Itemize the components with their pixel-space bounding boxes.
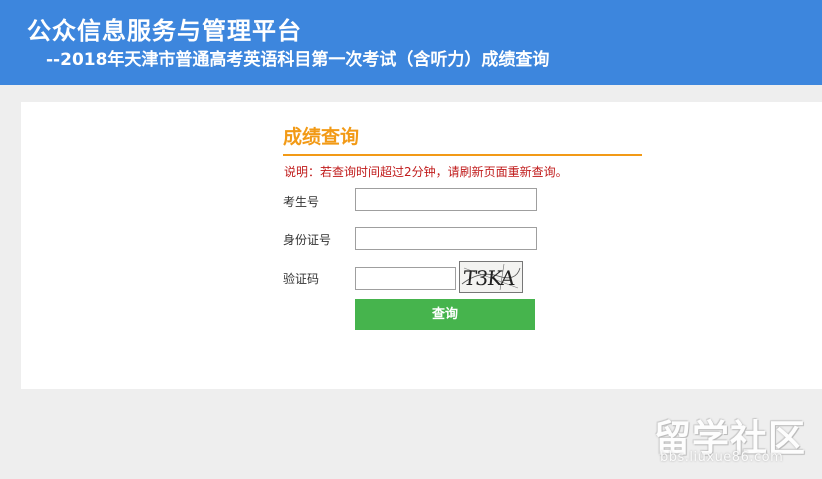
exam-number-label: 考生号 xyxy=(283,195,320,209)
form-title: 成绩查询 xyxy=(283,126,360,148)
captcha-label: 验证码 xyxy=(283,272,320,286)
captcha-image[interactable]: T3KA xyxy=(459,261,523,293)
platform-title: 公众信息服务与管理平台 xyxy=(27,17,302,45)
query-button[interactable]: 查询 xyxy=(355,299,535,330)
exam-subtitle: --2018年天津市普通高考英语科目第一次考试（含听力）成绩查询 xyxy=(46,50,550,70)
page-header: 公众信息服务与管理平台 --2018年天津市普通高考英语科目第一次考试（含听力）… xyxy=(0,0,822,85)
id-number-input[interactable] xyxy=(355,227,537,250)
captcha-graphic: T3KA xyxy=(460,262,522,292)
id-number-label: 身份证号 xyxy=(283,233,332,247)
exam-number-input[interactable] xyxy=(355,188,537,211)
captcha-input[interactable] xyxy=(355,267,456,290)
watermark-url: bbs.liuxue86.com xyxy=(660,450,784,465)
captcha-text: T3KA xyxy=(462,266,517,290)
form-note: 说明：若查询时间超过2分钟，请刷新页面重新查询。 xyxy=(284,165,568,179)
title-underline xyxy=(283,154,642,156)
